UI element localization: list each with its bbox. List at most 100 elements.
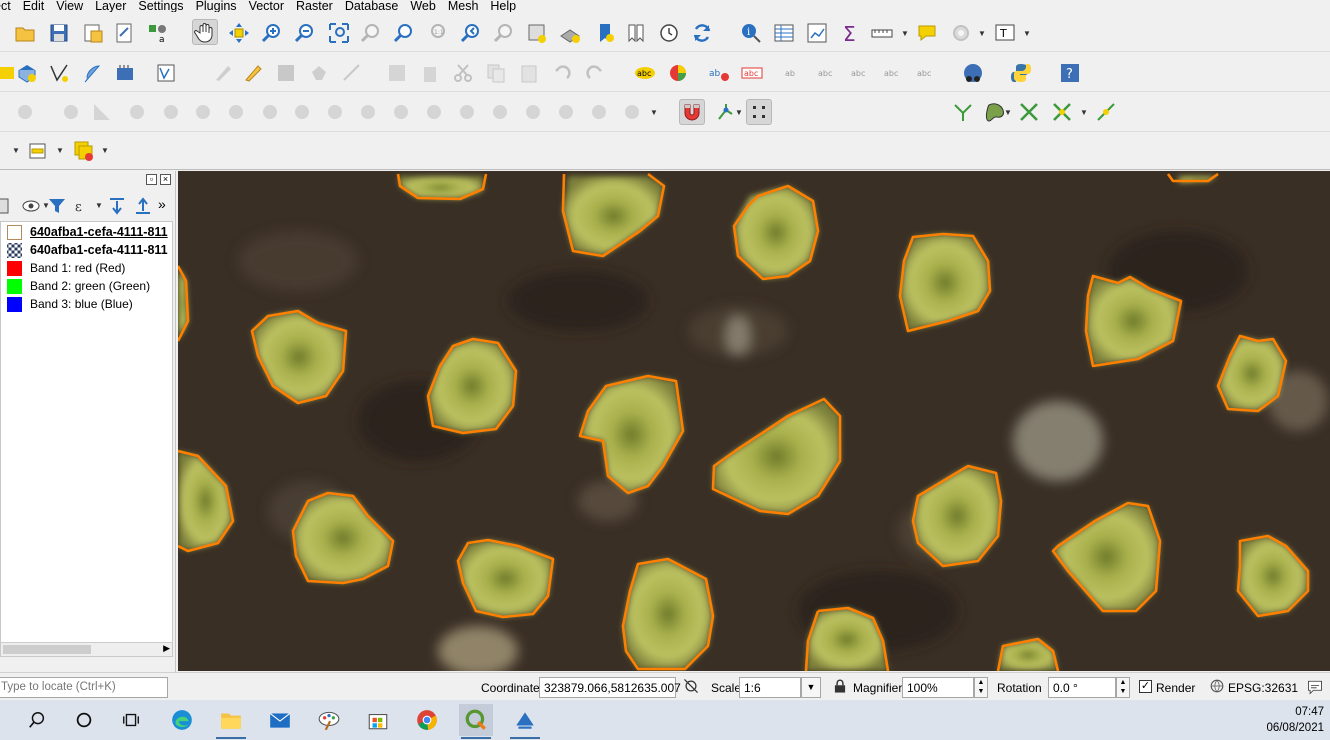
menu-vector[interactable]: Vector [243, 0, 290, 12]
pan-map-icon[interactable] [192, 19, 218, 45]
render-checkbox[interactable]: ✓ [1139, 680, 1152, 693]
snap-vertex-icon[interactable] [746, 99, 772, 125]
system-clock[interactable]: 07:47 06/08/2021 [1266, 704, 1324, 736]
snapping-magnet-icon[interactable] [679, 99, 705, 125]
cortana-icon[interactable] [67, 704, 101, 736]
pan-to-selection-icon[interactable] [226, 20, 252, 46]
topological-editing-icon[interactable] [950, 99, 976, 125]
save-edits-icon[interactable] [273, 60, 299, 86]
menu-settings[interactable]: Settings [132, 0, 189, 12]
new-bookmark-icon[interactable] [592, 20, 618, 46]
store-icon[interactable] [361, 704, 395, 736]
pencil-icon[interactable] [240, 60, 266, 86]
app-icon[interactable] [508, 704, 542, 739]
horizontal-scrollbar[interactable]: ▶ [1, 642, 172, 656]
identify-features-icon[interactable]: i [738, 20, 764, 46]
copy-features-icon[interactable] [483, 60, 509, 86]
locator-search-input[interactable]: Type to locate (Ctrl+K) [0, 677, 168, 698]
zoom-to-layer-icon[interactable] [391, 20, 417, 46]
fill-ring-icon[interactable] [89, 99, 115, 125]
trim-extend-icon[interactable] [487, 99, 513, 125]
file-explorer-icon[interactable] [214, 704, 248, 739]
snap-options-dropdown-icon[interactable]: ▼ [1080, 109, 1088, 117]
magnifier-field[interactable]: 100% [902, 677, 974, 698]
vertex-tool-icon[interactable] [339, 60, 365, 86]
scrollbar-thumb[interactable] [3, 645, 91, 654]
annotation-dropdown-icon[interactable]: ▼ [1023, 30, 1031, 38]
reshape-icon[interactable] [190, 99, 216, 125]
help-icon[interactable]: ? [1057, 60, 1083, 86]
undo-icon[interactable] [549, 60, 575, 86]
show-hide-labels-icon[interactable]: abc [813, 60, 839, 86]
map-canvas[interactable] [178, 171, 1330, 671]
save-as-icon[interactable] [80, 20, 106, 46]
select-value-dropdown-icon[interactable]: ▼ [56, 147, 64, 155]
data-source-manager-icon[interactable] [14, 60, 40, 86]
rotate-symbols-icon[interactable] [388, 99, 414, 125]
paste-features-icon[interactable] [516, 60, 542, 86]
current-edits-icon[interactable] [210, 60, 236, 86]
toggle-editing-icon[interactable] [153, 60, 179, 86]
rotation-field[interactable]: 0.0 ° [1048, 677, 1116, 698]
crs-icon[interactable] [1207, 676, 1227, 696]
edit-tools-dropdown-icon[interactable]: ▼ [650, 109, 658, 117]
delete-ring-icon[interactable] [124, 99, 150, 125]
split-features-icon[interactable] [257, 99, 283, 125]
coordinate-field[interactable]: 323879.066,5812635.007 [539, 677, 681, 698]
delete-part-icon[interactable] [158, 99, 184, 125]
simplify-icon[interactable] [421, 99, 447, 125]
deselect-all-icon[interactable] [71, 138, 97, 164]
diagram-icon[interactable] [665, 60, 691, 86]
task-view-icon[interactable] [114, 704, 148, 736]
menu-project[interactable]: ect [0, 0, 17, 12]
crs-label[interactable]: EPSG:32631 [1228, 681, 1298, 695]
globe-icon[interactable] [960, 60, 986, 86]
digitize-vertex-icon[interactable] [46, 60, 72, 86]
snap-layer-dropdown-icon[interactable]: ▼ [735, 109, 743, 117]
reverse-line-icon[interactable] [520, 99, 546, 125]
layer-item-raster[interactable]: 640afba1-cefa-4111-811 [7, 241, 168, 259]
rotate-label-icon[interactable]: abc [846, 60, 872, 86]
redo-icon[interactable] [582, 60, 608, 86]
chrome-icon[interactable] [410, 704, 444, 736]
menu-plugins[interactable]: Plugins [190, 0, 243, 12]
filter-legend-icon[interactable] [44, 193, 70, 219]
menu-mesh[interactable]: Mesh [442, 0, 485, 12]
lock-scale-icon[interactable] [830, 676, 850, 696]
add-ring-icon[interactable] [12, 99, 38, 125]
layer-item-vector[interactable]: 640afba1-cefa-4111-811 [7, 223, 168, 241]
new-3d-view-icon[interactable] [557, 20, 583, 46]
rotation-spinner[interactable]: ▲ ▼ [1116, 677, 1130, 698]
delete-selected-icon[interactable] [417, 60, 443, 86]
more-tools-icon[interactable]: » [158, 196, 166, 212]
attribute-table-icon[interactable] [771, 20, 797, 46]
python-console-icon[interactable] [1008, 60, 1034, 86]
show-bookmarks-icon[interactable] [623, 20, 649, 46]
split-parts-icon[interactable] [289, 99, 315, 125]
add-feature-icon[interactable] [306, 60, 332, 86]
actions-dropdown-icon[interactable]: ▼ [978, 30, 986, 38]
add-part-icon[interactable] [58, 99, 84, 125]
print-layout-icon[interactable] [112, 20, 138, 46]
toggle-extents-icon[interactable] [680, 675, 702, 697]
zoom-full-icon[interactable] [326, 20, 352, 46]
measure-line-icon[interactable] [869, 20, 895, 46]
zoom-in-icon[interactable] [259, 20, 285, 46]
zoom-last-icon[interactable] [458, 20, 484, 46]
select-features-icon[interactable] [553, 99, 579, 125]
zoom-native-icon[interactable]: 1:1 [424, 20, 450, 46]
messages-icon[interactable] [1304, 676, 1326, 698]
tracing-icon[interactable] [1093, 99, 1119, 125]
merge-features-icon[interactable] [322, 99, 348, 125]
paint-icon[interactable] [312, 704, 346, 736]
temporal-controller-icon[interactable] [656, 20, 682, 46]
label-pin-icon[interactable]: ab [706, 60, 732, 86]
close-panel-icon[interactable]: × [160, 174, 171, 185]
qgis-icon[interactable] [459, 704, 493, 739]
sum-icon[interactable]: Σ [837, 20, 863, 46]
scale-field[interactable]: 1:6 [739, 677, 801, 698]
cut-features-icon[interactable] [450, 60, 476, 86]
offset-curve-icon[interactable] [223, 99, 249, 125]
change-label-icon[interactable]: abc [879, 60, 905, 86]
snap-intersection-icon[interactable] [1016, 99, 1042, 125]
